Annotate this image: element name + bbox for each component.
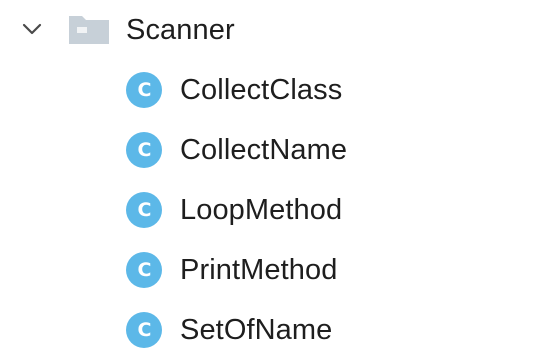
tree-folder-scanner[interactable]: Scanner xyxy=(0,2,546,58)
class-icon: C xyxy=(126,312,162,348)
folder-icon xyxy=(69,16,109,44)
tree-item-class[interactable]: C CollectClass xyxy=(0,62,546,118)
class-icon: C xyxy=(126,132,162,168)
project-tree: Scanner C CollectClass C CollectName C L… xyxy=(0,0,546,358)
chevron-down-icon[interactable] xyxy=(22,19,42,39)
class-label: LoopMethod xyxy=(180,194,343,226)
tree-item-class[interactable]: C SetOfName xyxy=(0,302,546,358)
tree-item-class[interactable]: C CollectName xyxy=(0,122,546,178)
folder-label: Scanner xyxy=(126,14,235,46)
tree-item-class[interactable]: C LoopMethod xyxy=(0,182,546,238)
class-label: SetOfName xyxy=(180,314,333,346)
tree-item-class[interactable]: C PrintMethod xyxy=(0,242,546,298)
class-icon: C xyxy=(126,252,162,288)
class-icon: C xyxy=(126,192,162,228)
class-label: CollectName xyxy=(180,134,348,166)
class-icon: C xyxy=(126,72,162,108)
class-label: CollectClass xyxy=(180,74,343,106)
class-label: PrintMethod xyxy=(180,254,338,286)
